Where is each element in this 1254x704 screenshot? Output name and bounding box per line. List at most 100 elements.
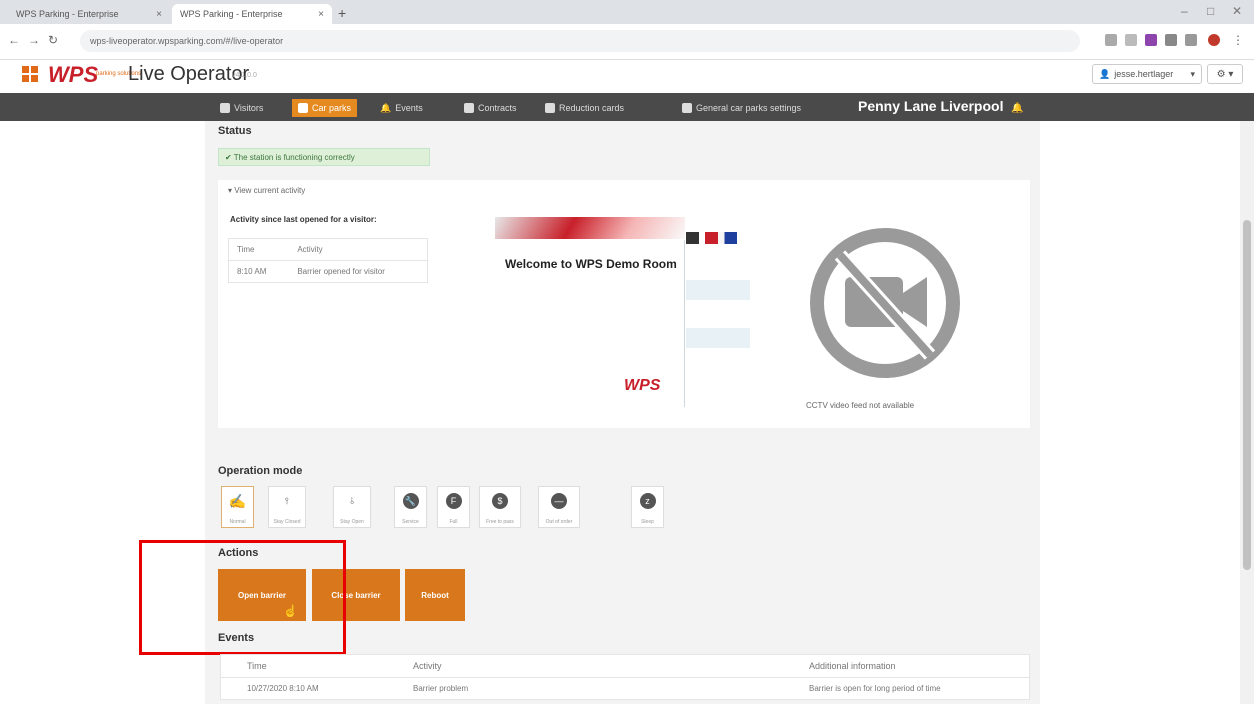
mode-label: Out of order bbox=[545, 519, 573, 525]
scrollbar-thumb[interactable] bbox=[1243, 220, 1251, 570]
nav-label: Events bbox=[395, 103, 423, 113]
new-tab-button[interactable]: + bbox=[338, 5, 346, 21]
mode-stay-closed-button[interactable]: ⫯ Stay Closed bbox=[268, 486, 306, 528]
document-icon bbox=[464, 103, 474, 113]
maximize-icon[interactable]: □ bbox=[1207, 4, 1214, 18]
table-row[interactable]: 10/27/2020 8:10 AM Barrier problem Barri… bbox=[220, 677, 1030, 700]
nav-visitors[interactable]: Visitors bbox=[220, 100, 263, 116]
activity-table: Time Activity 8:10 AM Barrier opened for… bbox=[228, 238, 428, 283]
nav-car-parks[interactable]: Car parks bbox=[292, 99, 358, 117]
display-divider bbox=[684, 240, 685, 407]
main-nav bbox=[0, 93, 1254, 121]
apps-grid-icon[interactable] bbox=[22, 66, 38, 82]
pointer-cursor-icon: ☝ bbox=[283, 604, 298, 618]
app-title: Live Operator bbox=[128, 63, 250, 85]
mode-out-of-order-button[interactable]: — Out of order bbox=[538, 486, 580, 528]
cell-time: 8:10 AM bbox=[228, 260, 290, 283]
nav-label: Reduction cards bbox=[559, 103, 625, 113]
events-heading: Events bbox=[218, 632, 255, 644]
address-bar[interactable]: wps-liveoperator.wpsparking.com/#/live-o… bbox=[80, 30, 1080, 52]
tab-title: WPS Parking - Enterprise bbox=[16, 9, 119, 19]
user-name: jesse.hertlager bbox=[1114, 69, 1174, 79]
mode-free-to-pass-button[interactable]: $ Free to pass bbox=[479, 486, 521, 528]
extension-icon[interactable] bbox=[1145, 34, 1157, 46]
settings-icon bbox=[682, 103, 692, 113]
location-title[interactable]: Penny Lane Liverpool 🔔 bbox=[858, 98, 1024, 114]
bell-icon[interactable]: 🔔 bbox=[1011, 103, 1023, 114]
car-park-icon bbox=[298, 103, 308, 113]
cell-info: Barrier is open for long period of time bbox=[801, 677, 1030, 700]
card-icon bbox=[545, 103, 555, 113]
chevron-down-icon: ▾ bbox=[1190, 68, 1195, 79]
mode-normal-button[interactable]: ✍ Normal bbox=[221, 486, 254, 528]
user-menu-button[interactable]: 👤 jesse.hertlager ▾ bbox=[1092, 64, 1202, 84]
display-welcome-text: Welcome to WPS Demo Room bbox=[505, 257, 677, 271]
display-field bbox=[686, 328, 750, 348]
close-window-icon[interactable]: ✕ bbox=[1232, 4, 1242, 18]
nav-contracts[interactable]: Contracts bbox=[464, 100, 517, 116]
cell-activity: Barrier opened for visitor bbox=[289, 260, 428, 283]
operation-mode-heading: Operation mode bbox=[218, 465, 303, 477]
mode-service-button[interactable]: 🔧 Service bbox=[394, 486, 427, 528]
status-heading: Status bbox=[218, 125, 252, 137]
table-header: Time Activity bbox=[228, 238, 428, 261]
cell-time: 10/27/2020 8:10 AM bbox=[220, 677, 405, 700]
profile-avatar[interactable] bbox=[1208, 34, 1220, 46]
free-pass-icon: $ bbox=[492, 493, 508, 509]
back-icon[interactable]: ← bbox=[8, 33, 20, 47]
nav-label: Visitors bbox=[234, 103, 264, 113]
nav-reduction-cards[interactable]: Reduction cards bbox=[545, 100, 624, 116]
star-icon[interactable] bbox=[1125, 34, 1137, 46]
browser-tab-1[interactable]: WPS Parking - Enterprise × bbox=[8, 4, 170, 24]
mode-label: Stay Open bbox=[340, 519, 364, 525]
mode-label: Stay Closed bbox=[273, 519, 301, 525]
column-header: Activity bbox=[289, 238, 428, 261]
user-icon: 👤 bbox=[1099, 68, 1111, 79]
reload-icon[interactable]: ↻ bbox=[48, 33, 58, 47]
display-wps-logo: WPS bbox=[624, 377, 661, 394]
mode-label: Service bbox=[402, 519, 419, 525]
mode-label: Normal bbox=[229, 519, 246, 525]
close-tab-icon[interactable]: × bbox=[318, 9, 324, 20]
table-row: 8:10 AM Barrier opened for visitor bbox=[228, 260, 428, 283]
barrier-open-icon: ⫰ bbox=[350, 495, 354, 506]
extension-icon[interactable] bbox=[1185, 34, 1197, 46]
browser-tab-2[interactable]: WPS Parking - Enterprise × bbox=[172, 4, 332, 24]
mode-label: Sleep bbox=[641, 519, 654, 525]
no-entry-icon: — bbox=[551, 493, 567, 509]
normal-mode-icon: ✍ bbox=[228, 492, 247, 509]
cell-activity: Barrier problem bbox=[405, 677, 801, 700]
browser-menu-icon[interactable]: ⋮ bbox=[1232, 33, 1244, 47]
visitors-icon bbox=[220, 103, 230, 113]
sleep-icon: z bbox=[639, 493, 656, 509]
no-video-icon bbox=[810, 228, 960, 378]
nav-general-settings[interactable]: General car parks settings bbox=[682, 100, 801, 116]
status-message: ✔ The station is functioning correctly bbox=[218, 148, 430, 166]
wrench-icon: 🔧 bbox=[402, 493, 419, 509]
nav-label: Contracts bbox=[478, 103, 517, 113]
mode-sleep-button[interactable]: z Sleep bbox=[631, 486, 664, 528]
location-name: Penny Lane Liverpool bbox=[858, 98, 1004, 114]
extension-icon[interactable] bbox=[1165, 34, 1177, 46]
reboot-button[interactable]: Reboot bbox=[405, 569, 465, 621]
mode-full-button[interactable]: F Full bbox=[437, 486, 470, 528]
table-header: Time Activity Additional information bbox=[220, 654, 1030, 678]
view-activity-toggle[interactable]: ▾ View current activity bbox=[228, 186, 305, 195]
settings-button[interactable]: ⚙ ▾ bbox=[1207, 64, 1243, 84]
bell-icon: 🔔 bbox=[380, 102, 392, 113]
column-header: Time bbox=[228, 238, 290, 261]
wps-logo: WPS bbox=[48, 62, 99, 87]
cctv-message: CCTV video feed not available bbox=[806, 401, 915, 410]
extension-icon[interactable] bbox=[1105, 34, 1117, 46]
language-flags bbox=[686, 232, 750, 244]
barrier-closed-icon: ⫯ bbox=[285, 495, 289, 506]
mode-stay-open-button[interactable]: ⫰ Stay Open bbox=[333, 486, 371, 528]
nav-label: Car parks bbox=[312, 103, 352, 113]
app-version: v4.1.0.0 bbox=[232, 72, 257, 79]
column-header: Time bbox=[220, 654, 405, 678]
forward-icon[interactable]: → bbox=[28, 33, 40, 47]
minimize-icon[interactable]: – bbox=[1181, 4, 1188, 18]
close-tab-icon[interactable]: × bbox=[156, 9, 162, 20]
nav-label: General car parks settings bbox=[696, 103, 802, 113]
nav-events[interactable]: 🔔 Events bbox=[380, 100, 423, 116]
